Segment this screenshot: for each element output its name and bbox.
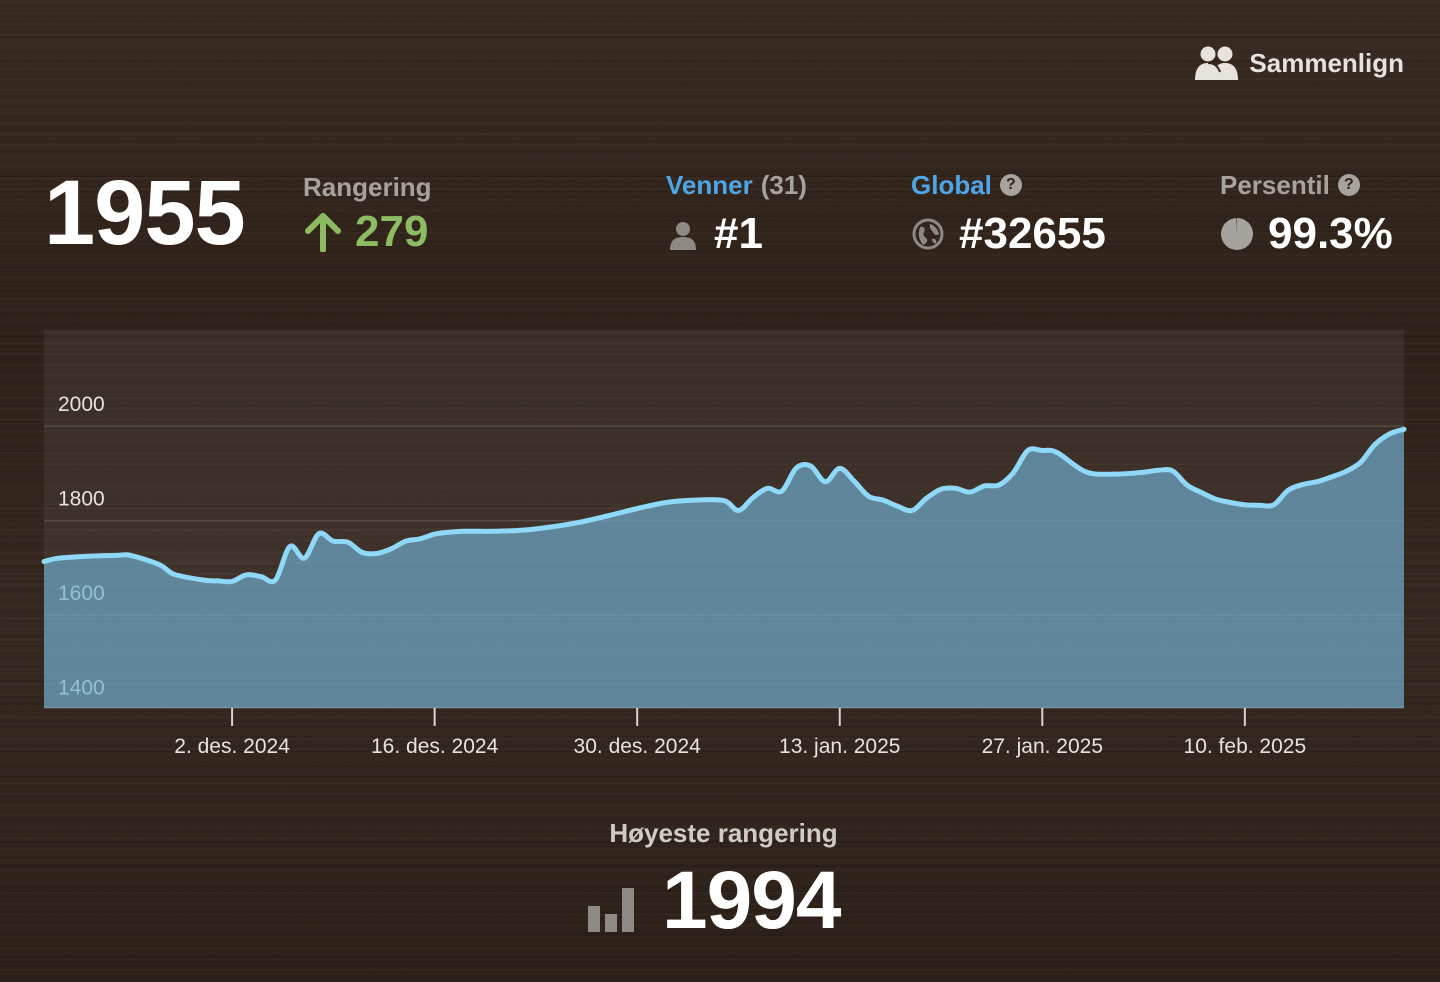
current-rating: 1955 [44,162,246,264]
percentile-stat[interactable]: Persentil ? 99.3% [1220,168,1393,260]
y-tick-label: 2000 [58,393,105,416]
rating-change-value: 279 [355,207,429,256]
x-tick-label: 30. des. 2024 [574,735,702,758]
friends-rank: #1 [714,209,763,258]
rating-chart[interactable]: 14001600180020002. des. 202416. des. 202… [41,330,1407,760]
percentile-value: 99.3% [1268,209,1393,258]
friends-stat[interactable]: Venner (31) #1 [666,168,807,260]
person-icon [670,222,696,250]
x-tick-label: 2. des. 2024 [174,735,290,758]
global-label: Global [911,169,992,200]
global-rank: #32655 [959,209,1106,258]
help-icon[interactable]: ? [999,174,1022,196]
global-stat[interactable]: Global ? #32655 [911,168,1106,260]
highest-rating-label: Høyeste rangering [609,818,838,848]
pie-icon [1221,217,1253,250]
x-tick-label: 27. jan. 2025 [982,735,1103,758]
x-tick-label: 10. feb. 2025 [1184,735,1307,758]
rating-chart-svg: 14001600180020002. des. 202416. des. 202… [41,330,1407,758]
friends-count: (31) [760,169,807,200]
globe-icon [912,218,944,250]
rating-change: 279 [303,206,428,258]
x-tick-label: 13. jan. 2025 [779,735,900,758]
compare-button[interactable]: Sammenlign [1195,44,1404,82]
help-icon[interactable]: ? [1337,174,1360,196]
compare-label: Sammenlign [1249,47,1404,78]
bar-chart-icon [588,888,634,932]
users-icon [1195,46,1239,80]
highest-rating-value: 1994 [662,855,841,946]
x-tick-label: 16. des. 2024 [371,735,499,758]
rating-label: Rangering [303,172,432,202]
y-tick-label: 1800 [58,488,105,511]
percentile-label: Persentil [1220,169,1330,200]
arrow-up-icon [305,213,341,252]
friends-label: Venner [666,169,753,200]
highest-rating: 1994 [586,855,841,946]
